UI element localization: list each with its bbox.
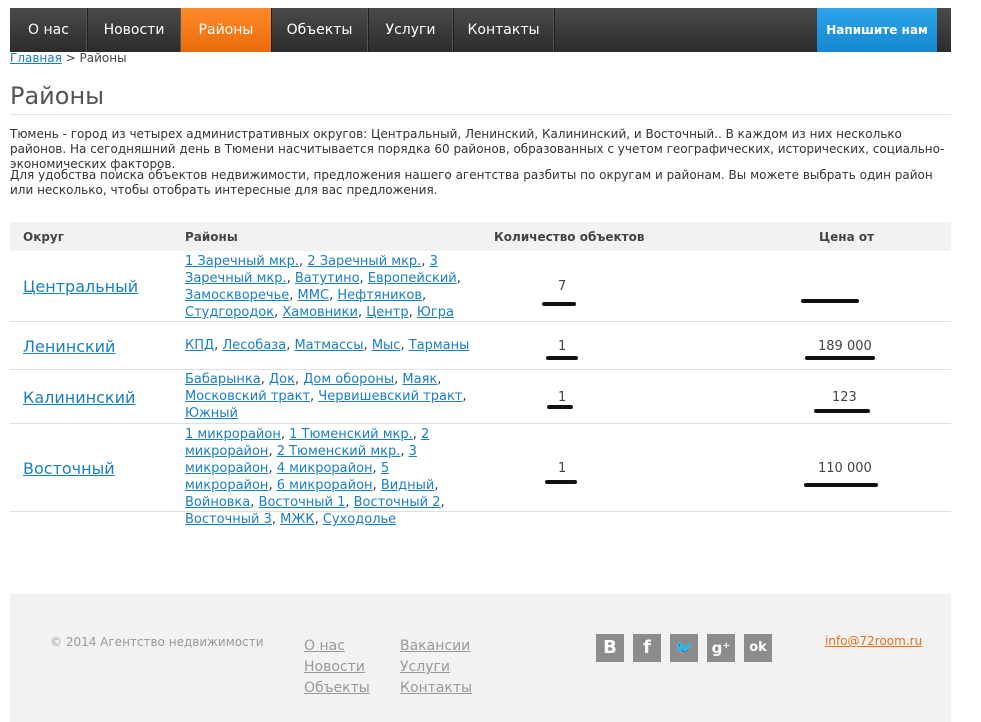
copyright-text: © 2014 Агентство недвижимости — [50, 635, 264, 649]
district-link[interactable]: Дом обороны — [303, 372, 394, 387]
redaction-mark — [547, 405, 573, 409]
districts-list: Бабарынка, Док, Дом обороны, Маяк, Моско… — [185, 372, 467, 421]
price-value: 189 000 — [818, 339, 872, 354]
district-link[interactable]: 1 Заречный мкр. — [185, 254, 299, 269]
intro-paragraph-2: Для удобства поиска объектов недвижимост… — [10, 168, 933, 197]
intro-paragraph-1: Тюмень - город из четырех административн… — [10, 127, 945, 171]
districts-list: КПД, Лесобаза, Матмассы, Мыс, Тарманы — [185, 338, 470, 353]
district-link[interactable]: Восточный 2 — [354, 495, 441, 510]
breadcrumb-current: Районы — [79, 51, 127, 65]
facebook-icon[interactable]: f — [633, 634, 661, 662]
main-nav: О нас Новости Районы Объекты Услуги Конт… — [10, 8, 951, 52]
write-us-button[interactable]: Напишите нам — [817, 8, 937, 52]
footer: © 2014 Агентство недвижимости О нас Ново… — [10, 594, 951, 722]
okrug-link[interactable]: Ленинский — [23, 337, 115, 356]
redaction-mark — [545, 480, 577, 484]
header-count: Количество объектов — [494, 230, 645, 244]
footer-link-vacancies[interactable]: Вакансии — [400, 638, 470, 654]
district-link[interactable]: Восточный 3 — [185, 512, 272, 527]
district-link[interactable]: Центр — [366, 305, 408, 320]
nav-item-contacts[interactable]: Контакты — [453, 8, 555, 52]
district-link[interactable]: Тарманы — [409, 338, 470, 353]
district-link[interactable]: Московский тракт — [185, 389, 310, 404]
breadcrumb: Главная > Районы — [10, 51, 127, 65]
district-link[interactable]: Маяк — [402, 372, 437, 387]
nav-item-objects[interactable]: Объекты — [271, 8, 369, 52]
objects-count: 1 — [558, 390, 567, 405]
email-link[interactable]: info@72room.ru — [825, 634, 922, 648]
district-link[interactable]: Замоскворечье — [185, 288, 289, 303]
district-link[interactable]: 1 Тюменский мкр. — [289, 427, 413, 442]
footer-link-contacts[interactable]: Контакты — [400, 680, 472, 696]
okrug-link[interactable]: Восточный — [23, 459, 115, 478]
district-link[interactable]: Хамовники — [282, 305, 358, 320]
district-link[interactable]: Суходолье — [323, 512, 396, 527]
district-link[interactable]: Студгородок — [185, 305, 274, 320]
header-price: Цена от — [819, 230, 875, 244]
district-link[interactable]: Европейский — [368, 271, 457, 286]
district-link[interactable]: Южный — [185, 406, 238, 421]
objects-count: 1 — [558, 339, 567, 354]
districts-list: 1 Заречный мкр., 2 Заречный мкр., 3 Заре… — [185, 254, 461, 320]
breadcrumb-home-link[interactable]: Главная — [10, 51, 62, 65]
table-row: Ленинский КПД, Лесобаза, Матмассы, Мыс, … — [10, 321, 951, 370]
footer-link-objects[interactable]: Объекты — [304, 680, 370, 696]
header-okrug: Округ — [23, 230, 65, 244]
district-link[interactable]: 4 микрорайон — [277, 461, 373, 476]
nav-item-districts[interactable]: Районы — [181, 8, 272, 52]
okrug-link[interactable]: Центральный — [23, 277, 138, 296]
redaction-mark — [546, 356, 578, 360]
district-link[interactable]: Док — [269, 372, 295, 387]
footer-link-services[interactable]: Услуги — [400, 659, 450, 675]
price-value: 123 — [832, 390, 857, 405]
district-link[interactable]: Лесобаза — [222, 338, 286, 353]
footer-link-about[interactable]: О нас — [304, 638, 345, 654]
district-link[interactable]: 6 микрорайон — [277, 478, 373, 493]
objects-count: 7 — [558, 279, 567, 294]
redaction-mark — [814, 409, 870, 413]
header-districts: Районы — [185, 230, 238, 244]
district-link[interactable]: 1 микрорайон — [185, 427, 281, 442]
objects-count: 1 — [558, 461, 567, 476]
okrug-link[interactable]: Калининский — [23, 388, 135, 407]
district-link[interactable]: ММС — [298, 288, 330, 303]
table-row: Калининский Бабарынка, Док, Дом обороны,… — [10, 369, 951, 424]
nav-item-news[interactable]: Новости — [87, 8, 182, 52]
district-link[interactable]: Видный — [381, 478, 435, 493]
footer-link-news[interactable]: Новости — [304, 659, 365, 675]
redaction-mark — [804, 483, 878, 487]
districts-list: 1 микрорайон, 1 Тюменский мкр., 2 микрор… — [185, 427, 445, 527]
district-link[interactable]: КПД — [185, 338, 214, 353]
nav-item-services[interactable]: Услуги — [368, 8, 454, 52]
odnoklassniki-icon[interactable]: ok — [744, 634, 772, 662]
district-link[interactable]: Югра — [417, 305, 454, 320]
district-link[interactable]: Матмассы — [294, 338, 363, 353]
district-link[interactable]: 2 Заречный мкр. — [307, 254, 421, 269]
vk-icon[interactable]: B — [596, 634, 624, 662]
district-link[interactable]: Мыс — [372, 338, 401, 353]
page-title: Районы — [10, 82, 951, 115]
redaction-mark — [801, 299, 859, 303]
redaction-mark — [542, 302, 576, 306]
google-plus-icon[interactable]: g⁺ — [707, 634, 735, 662]
district-link[interactable]: Червишевский тракт — [318, 389, 462, 404]
district-link[interactable]: Войновка — [185, 495, 250, 510]
table-header: Округ Районы Количество объектов Цена от — [10, 222, 951, 251]
price-value: 110 000 — [818, 461, 872, 476]
district-link[interactable]: МЖК — [280, 512, 314, 527]
nav-item-about[interactable]: О нас — [10, 8, 88, 52]
district-link[interactable]: 2 Тюменский мкр. — [277, 444, 401, 459]
district-link[interactable]: Ватутино — [295, 271, 360, 286]
table-row: Центральный 1 Заречный мкр., 2 Заречный … — [10, 251, 951, 322]
redaction-mark — [805, 356, 875, 360]
breadcrumb-separator: > — [61, 51, 80, 65]
district-link[interactable]: Бабарынка — [185, 372, 261, 387]
district-link[interactable]: Восточный 1 — [259, 495, 346, 510]
table-row: Восточный 1 микрорайон, 1 Тюменский мкр.… — [10, 423, 951, 527]
twitter-icon[interactable]: 🐦 — [670, 634, 698, 662]
district-link[interactable]: Нефтяников — [337, 288, 422, 303]
